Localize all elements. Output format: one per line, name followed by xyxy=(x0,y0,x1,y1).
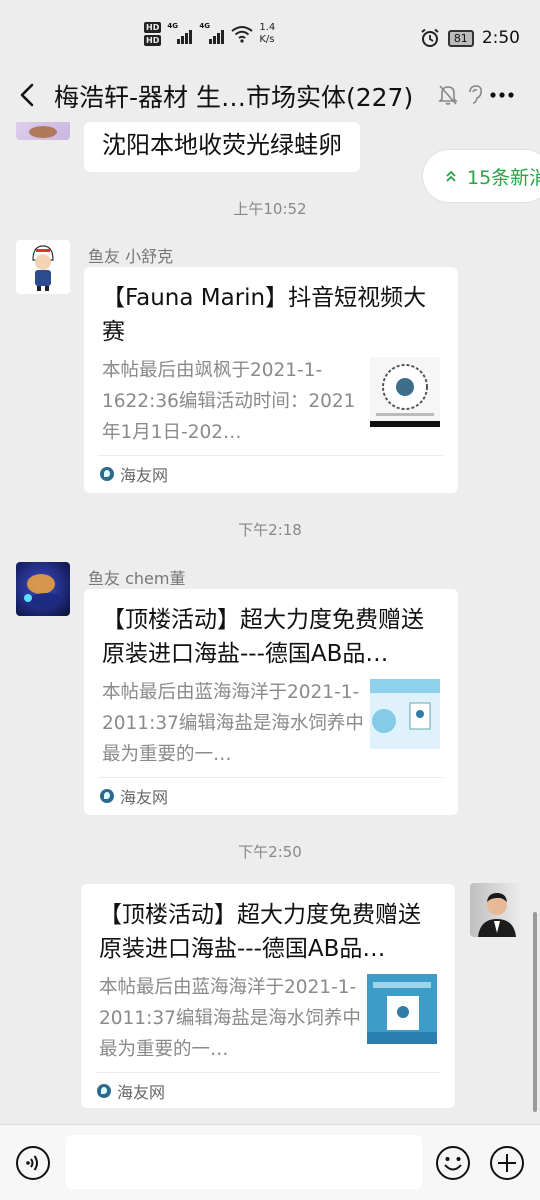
card-description: 本帖最后由蓝海海洋于2021-1-2011:37编辑海盐是海水饲养中最为重要的一… xyxy=(102,682,364,765)
avatar[interactable] xyxy=(16,122,70,140)
more-options-icon[interactable] xyxy=(488,86,516,104)
source-logo-icon xyxy=(100,467,114,481)
card-source-label: 海友网 xyxy=(120,466,169,485)
signal-1-icon: 4G xyxy=(167,22,193,44)
message-timestamp: 下午2:50 xyxy=(238,843,302,861)
emoji-icon[interactable] xyxy=(435,1145,471,1181)
card-source: 海友网 xyxy=(100,784,168,808)
message-bubble[interactable]: 沈阳本地收荧光绿蛙卵 xyxy=(84,122,360,172)
card-thumbnail xyxy=(370,357,440,427)
card-title: 【顶楼活动】超大力度免费赠送原装进口海盐---德国AB品… xyxy=(99,902,421,962)
card-source-label: 海友网 xyxy=(120,788,169,807)
avatar[interactable] xyxy=(16,562,70,616)
message-timestamp: 上午10:52 xyxy=(233,200,307,218)
hd-badges: HD HD xyxy=(144,22,162,46)
card-title: 【顶楼活动】超大力度免费赠送原装进口海盐---德国AB品… xyxy=(102,607,424,667)
mute-bell-icon xyxy=(438,85,458,105)
avatar[interactable] xyxy=(16,240,70,294)
earpiece-mode-icon xyxy=(469,85,482,104)
scrollbar[interactable] xyxy=(533,912,537,1112)
card-description: 本帖最后由飒枫于2021-1-1622:36编辑活动时间：2021年1月1日-2… xyxy=(102,360,356,443)
card-thumbnail xyxy=(367,974,437,1044)
wifi-icon xyxy=(231,26,253,43)
chat-title: 梅浩轩-器材 生…市场实体(227) xyxy=(54,83,414,112)
source-logo-icon xyxy=(97,1084,111,1098)
chat-header: 梅浩轩-器材 生…市场实体(227) xyxy=(0,70,540,122)
card-divider xyxy=(98,455,444,456)
message-input[interactable] xyxy=(66,1135,422,1189)
double-chevron-up-icon xyxy=(446,170,456,182)
card-source-label: 海友网 xyxy=(117,1083,166,1102)
avatar[interactable] xyxy=(470,883,524,937)
link-card[interactable]: 【Fauna Marin】抖音短视频大赛 本帖最后由飒枫于2021-1-1622… xyxy=(84,267,458,493)
sender-name: 鱼友 小舒克 xyxy=(88,247,174,266)
hd-badge-1: HD xyxy=(144,22,162,33)
source-logo-icon xyxy=(100,789,114,803)
chat-message-list[interactable]: 沈阳本地收荧光绿蛙卵 15条新消 上午10:52 鱼友 小舒克 【Fauna M… xyxy=(0,122,540,1124)
voice-input-icon[interactable] xyxy=(15,1145,51,1181)
card-source: 海友网 xyxy=(97,1079,165,1103)
link-card[interactable]: 【顶楼活动】超大力度免费赠送原装进口海盐---德国AB品… 本帖最后由蓝海海洋于… xyxy=(81,884,455,1108)
status-bar: HD HD 4G 4G 1.4 K/s 81 2:50 xyxy=(0,0,540,70)
card-divider xyxy=(95,1072,441,1073)
card-source: 海友网 xyxy=(100,462,168,486)
status-left-group: HD HD 4G 4G 1.4 K/s xyxy=(144,22,275,46)
card-description: 本帖最后由蓝海海洋于2021-1-2011:37编辑海盐是海水饲养中最为重要的一… xyxy=(99,977,361,1060)
card-divider xyxy=(98,777,444,778)
alarm-icon xyxy=(421,28,439,47)
card-title: 【Fauna Marin】抖音短视频大赛 xyxy=(102,285,427,345)
plus-icon[interactable] xyxy=(489,1145,525,1181)
link-card[interactable]: 【顶楼活动】超大力度免费赠送原装进口海盐---德国AB品… 本帖最后由蓝海海洋于… xyxy=(84,589,458,815)
clock: 2:50 xyxy=(481,28,520,48)
card-thumbnail xyxy=(370,679,440,749)
hd-badge-2: HD xyxy=(144,35,162,46)
message-timestamp: 下午2:18 xyxy=(238,521,302,539)
battery-indicator: 81 xyxy=(447,29,474,47)
network-speed: 1.4 K/s xyxy=(259,22,276,45)
status-right-group: 81 2:50 xyxy=(420,28,520,48)
signal-2-icon: 4G xyxy=(199,22,225,44)
back-arrow-icon[interactable] xyxy=(14,80,42,110)
new-messages-button[interactable]: 15条新消 xyxy=(422,149,540,203)
sender-name: 鱼友 chem董 xyxy=(88,569,186,588)
new-messages-label: 15条新消 xyxy=(467,166,540,189)
input-bar xyxy=(0,1124,540,1200)
